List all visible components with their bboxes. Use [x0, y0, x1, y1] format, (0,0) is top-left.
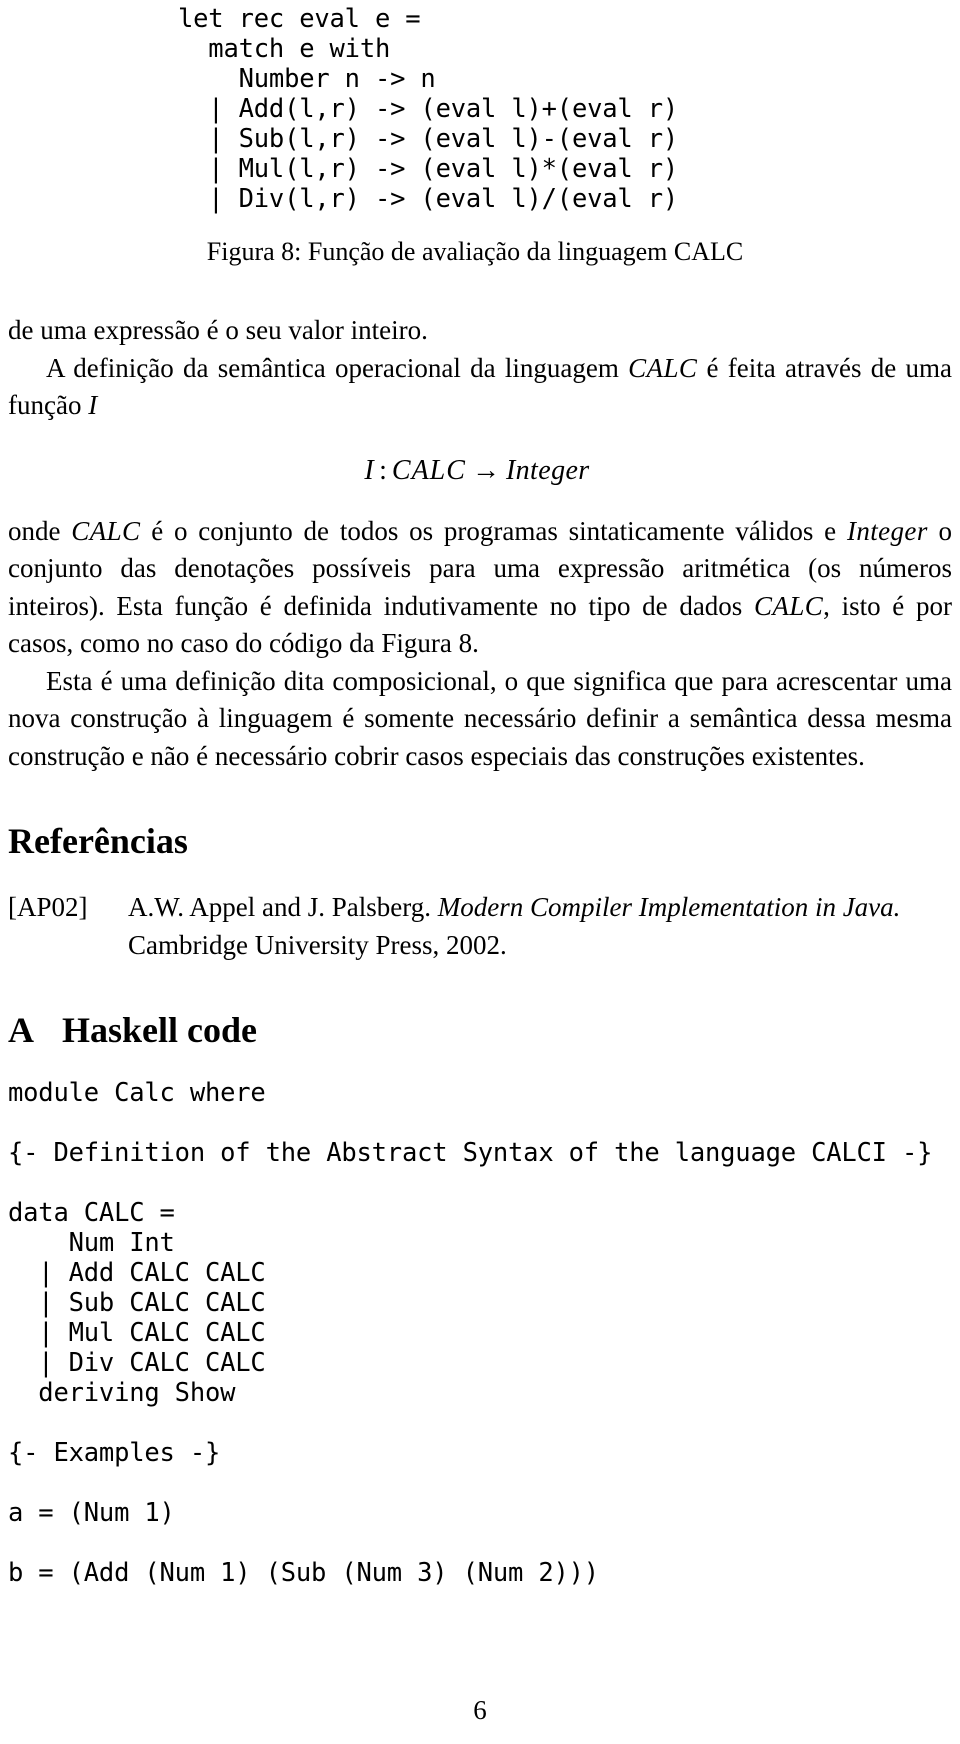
inline-math-integer: Integer	[846, 515, 928, 546]
bibliography-label: [AP02]	[8, 892, 88, 922]
references-heading: Referências	[8, 821, 188, 861]
haskell-code-block: module Calc where {- Definition of the A…	[8, 1078, 933, 1588]
ocaml-code-block: let rec eval e = match e with Number n -…	[178, 4, 679, 214]
page-number: 6	[473, 1695, 487, 1725]
paragraph-semantics-definition: A definição da semântica operacional da …	[8, 350, 952, 425]
paragraph-text-segment: A definição da semântica operacional da …	[46, 352, 629, 383]
inline-math-i: I	[88, 390, 98, 420]
bibliography-text: A.W. Appel and J. Palsberg. Modern Compi…	[128, 889, 952, 964]
appendix-title: Haskell code	[62, 1010, 257, 1050]
bibliography-title: Modern Compiler Implementation in Java.	[437, 892, 901, 922]
paragraph-continuation: de uma expressão é o seu valor inteiro.	[8, 315, 428, 345]
equation-codomain: Integer	[505, 454, 590, 486]
document-page: let rec eval e = match e with Number n -…	[0, 0, 960, 1744]
appendix-letter: A	[8, 1010, 34, 1050]
inline-math-calc: CALC	[628, 352, 698, 383]
figure-8: let rec eval e = match e with Number n -…	[8, 0, 952, 268]
display-equation-signature: I: CALC → Integer	[8, 451, 952, 491]
paragraph-text-segment: é o conjunto de todos os programas sinta…	[140, 515, 847, 546]
right-arrow-icon: →	[471, 454, 500, 486]
appendix-heading: A Haskell code	[8, 1008, 952, 1052]
equation-domain: CALC	[391, 454, 466, 486]
bibliography-publisher: Cambridge University Press, 2002.	[128, 929, 507, 960]
inline-math-calc: CALC	[754, 590, 824, 621]
equation-lhs: I	[364, 454, 375, 486]
equation-colon: :	[379, 454, 387, 486]
figure-caption: Figura 8: Função de avaliação da linguag…	[206, 237, 744, 266]
paragraph-compositional-definition: Esta é uma definição dita composicional,…	[8, 665, 952, 771]
paragraph-text-segment: onde	[8, 515, 72, 546]
bibliography-authors: A.W. Appel and J. Palsberg.	[128, 892, 438, 922]
bibliography-entry: [AP02] A.W. Appel and J. Palsberg. Moder…	[8, 889, 952, 964]
inline-math-calc: CALC	[71, 515, 141, 546]
paragraph-calc-integer-sets: onde CALC é o conjunto de todos os progr…	[8, 513, 952, 663]
